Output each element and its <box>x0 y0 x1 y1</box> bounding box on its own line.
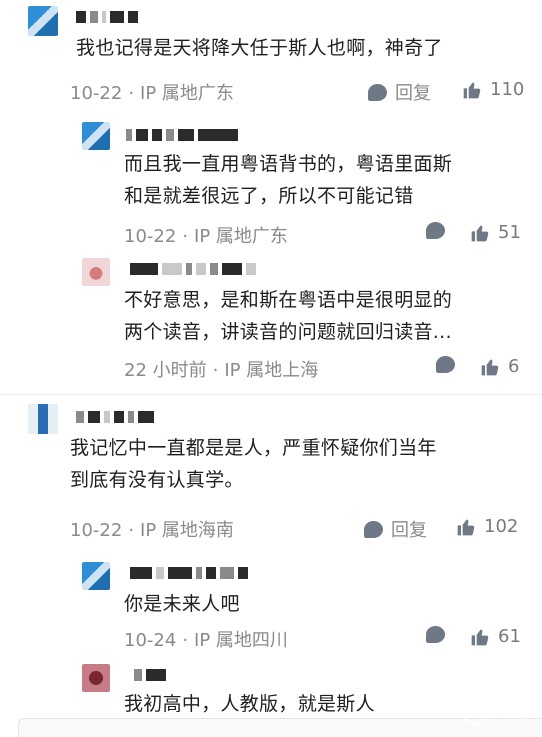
avatar[interactable] <box>28 6 58 36</box>
comment-meta: 10-22 · IP 属地广东 <box>70 83 234 104</box>
username-redacted[interactable] <box>76 410 154 424</box>
comment-meta: 10-22 · IP 属地海南 <box>70 520 234 541</box>
reply-button[interactable] <box>426 222 445 239</box>
xiaoheihe-logo-icon <box>462 703 485 725</box>
speech-bubble-icon <box>426 222 445 239</box>
speech-bubble-icon <box>364 520 383 538</box>
thumbs-up-icon <box>471 225 489 241</box>
reply-button[interactable] <box>436 356 455 373</box>
like-button[interactable]: 51 <box>470 222 521 243</box>
comment-text: 我记忆中一直都是是人，严重怀疑你们当年 到底有没有认真学。 <box>70 437 437 491</box>
divider <box>0 394 542 395</box>
username-redacted[interactable] <box>130 566 248 580</box>
like-button[interactable]: 102 <box>456 516 518 537</box>
reply-button[interactable]: 回复 <box>368 79 431 105</box>
avatar[interactable] <box>82 122 110 150</box>
avatar[interactable] <box>82 562 110 590</box>
thumbs-up-icon <box>463 82 481 98</box>
thumbs-up-icon <box>481 359 499 375</box>
comment-text: 我也记得是天将降大任于斯人也啊，神奇了 <box>76 37 443 59</box>
comment-meta: 10-24 · IP 属地四川 <box>124 630 288 651</box>
thumbs-up-icon <box>471 629 489 645</box>
like-button[interactable]: 6 <box>480 356 519 377</box>
username-redacted[interactable] <box>130 262 256 276</box>
thumbs-up-icon <box>457 519 475 535</box>
speech-bubble-icon <box>426 626 445 643</box>
comment-text: 不好意思，是和斯在粤语中是很明显的 两个读音，讲读音的问题就回归读音... <box>124 289 453 343</box>
comment-meta: 22 小时前 · IP 属地上海 <box>124 360 319 381</box>
watermark: 小黑盒 <box>462 703 528 725</box>
reply-button[interactable] <box>426 626 445 643</box>
username-redacted[interactable] <box>134 668 166 682</box>
username-redacted[interactable] <box>126 128 238 142</box>
speech-bubble-icon <box>368 83 387 101</box>
avatar[interactable] <box>28 404 58 434</box>
like-button[interactable]: 61 <box>470 626 521 647</box>
comment-text: 你是未来人吧 <box>124 593 240 615</box>
avatar[interactable] <box>82 664 110 692</box>
comment-text: 我初高中，人教版，就是斯人 <box>124 693 375 715</box>
username-redacted[interactable] <box>76 10 138 24</box>
reply-button[interactable]: 回复 <box>364 516 427 542</box>
speech-bubble-icon <box>436 356 455 373</box>
comment-text: 而且我一直用粤语背书的，粤语里面斯 和是就差很远了，所以不可能记错 <box>124 153 453 207</box>
like-button[interactable]: 110 <box>462 79 524 100</box>
comment-meta: 10-22 · IP 属地广东 <box>124 226 288 247</box>
avatar[interactable] <box>82 258 110 286</box>
